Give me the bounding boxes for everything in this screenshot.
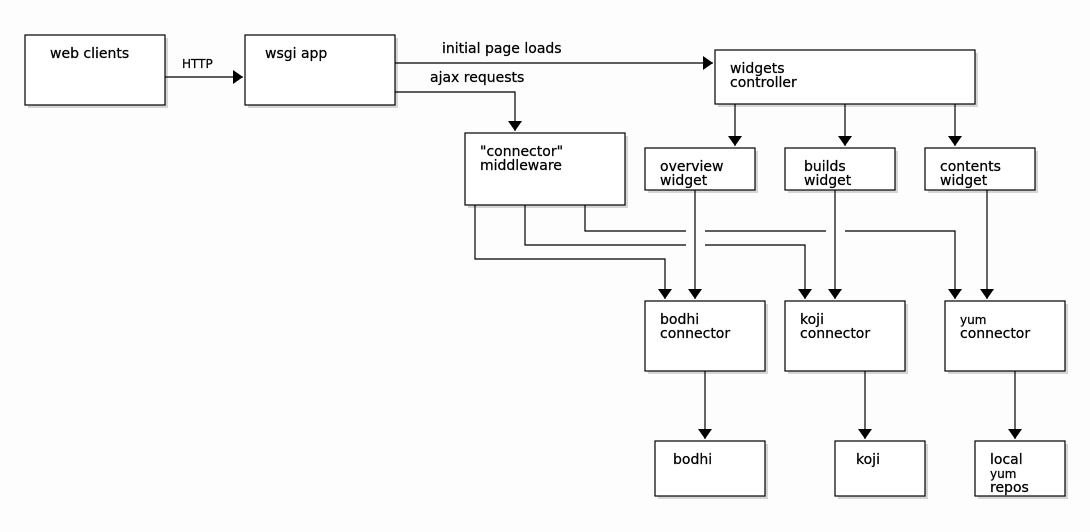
node-label-line: widget (804, 173, 852, 189)
node-contents-widget: contentswidget (924, 147, 1038, 193)
node-label-line: controller (730, 75, 797, 91)
node-label-line: yum (960, 313, 986, 327)
node-label-line: connector (960, 326, 1030, 342)
edge-http: HTTP (165, 57, 243, 84)
node-bodhi: bodhi (654, 440, 768, 499)
node-web-clients: web clients (24, 34, 168, 108)
edges-connectors-to-backends (698, 371, 1022, 439)
node-connector-middleware: "connector"middleware (464, 132, 628, 208)
node-label-line: yum (990, 467, 1016, 481)
edge-initial-page-loads: initial page loads (395, 41, 713, 70)
node-label-line: middleware (480, 158, 562, 174)
edge-label-initial-page-loads: initial page loads (442, 41, 562, 57)
edge-label-http: HTTP (182, 57, 213, 71)
node-local-yum-repos: localyumrepos (974, 440, 1068, 499)
node-yum-connector: yumconnector (944, 300, 1068, 374)
edge-label-ajax-requests: ajax requests (430, 70, 524, 86)
node-widgets-controller: widgetscontroller (714, 49, 978, 107)
node-bodhi-connector: bodhiconnector (644, 300, 768, 374)
node-label-line: connector (660, 326, 730, 342)
node-label-line: web clients (50, 46, 129, 62)
node-label-line: widget (940, 173, 988, 189)
node-koji-connector: kojiconnector (784, 300, 908, 374)
node-koji: koji (834, 440, 928, 499)
node-builds-widget: buildswidget (784, 147, 898, 193)
node-label-line: koji (856, 452, 880, 468)
node-label-line: wsgi app (265, 46, 327, 62)
node-label-line: connector (800, 326, 870, 342)
node-wsgi-app: wsgi app (244, 34, 398, 108)
architecture-diagram: web clients wsgi app widgetscontroller "con… (24, 34, 1068, 499)
edge-ajax-requests: ajax requests (395, 70, 524, 131)
edges-middleware-to-connectors (474, 205, 962, 299)
node-overview-widget: overviewwidget (644, 147, 758, 193)
box (654, 440, 766, 497)
node-label-line: widget (660, 173, 708, 189)
node-label-line: local (990, 452, 1023, 468)
box (834, 440, 926, 497)
node-label-line: bodhi (673, 452, 712, 468)
node-label-line: repos (990, 480, 1029, 496)
edges-controller-to-widgets (728, 104, 962, 146)
